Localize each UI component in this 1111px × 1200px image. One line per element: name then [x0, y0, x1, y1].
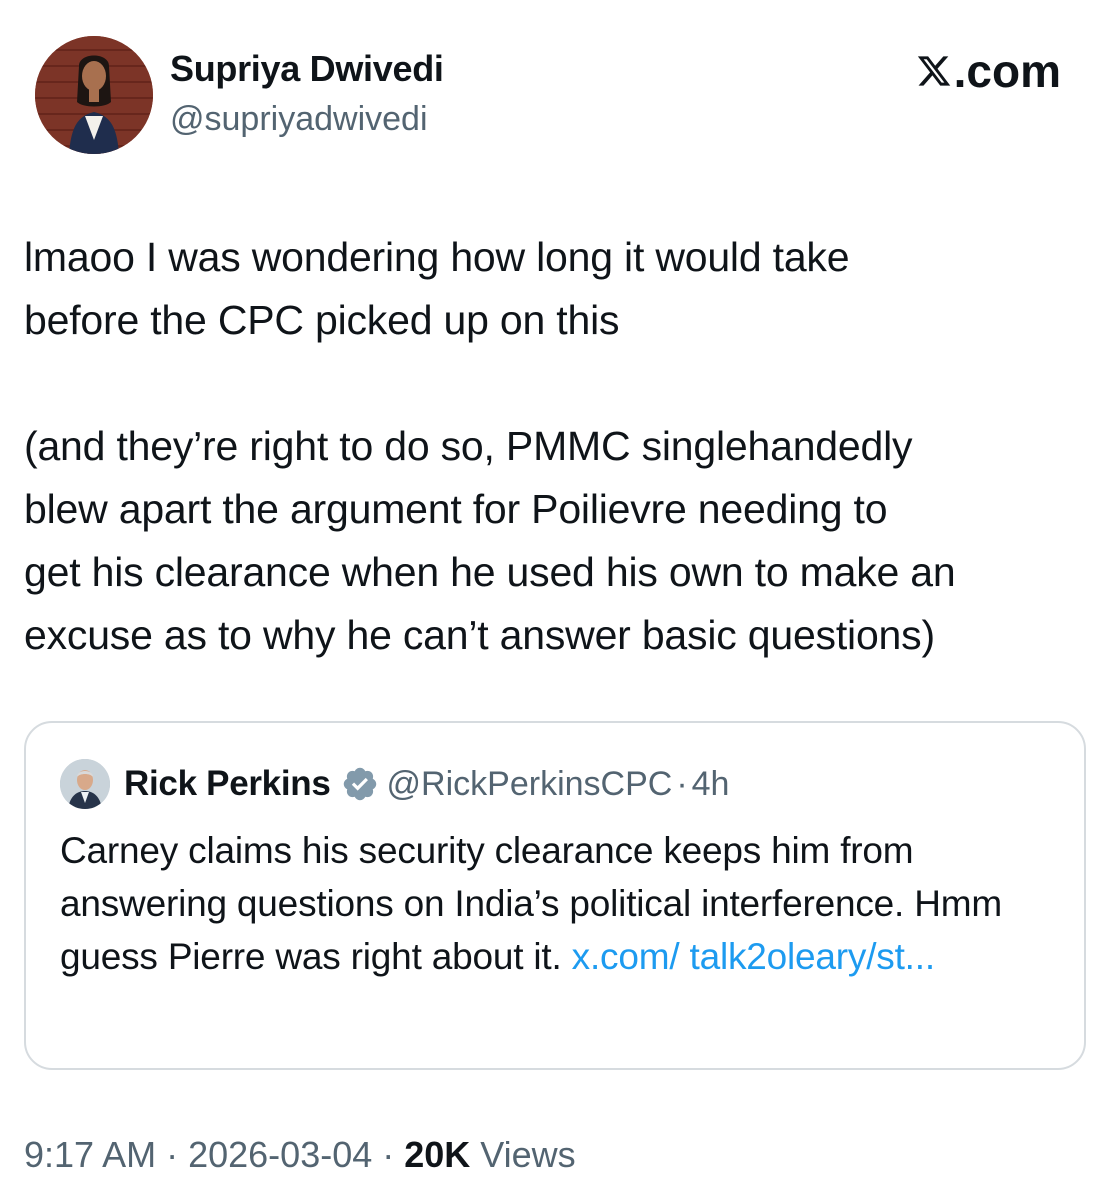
meta-separator: · — [156, 1134, 189, 1175]
quote-link[interactable]: x.com/ talk2oleary/st... — [572, 936, 935, 977]
quote-timestamp[interactable]: 4h — [692, 765, 730, 804]
views-count[interactable]: 20K — [404, 1134, 470, 1175]
quote-separator: · — [676, 764, 688, 803]
tweet-time[interactable]: 9:17 AM — [24, 1134, 156, 1175]
brand-label: .com — [953, 45, 1061, 97]
quoted-tweet[interactable]: Rick Perkins @RickPerkinsCPC · 4h Carney… — [24, 721, 1086, 1070]
tweet-card: Supriya Dwivedi @supriyadwivedi .com lma… — [0, 0, 1111, 1200]
author-handle[interactable]: @supriyadwivedi — [170, 100, 428, 139]
quote-author-name[interactable]: Rick Perkins — [124, 764, 331, 804]
tweet-text: lmaoo I was wondering how long it would … — [24, 234, 956, 658]
quote-author-avatar[interactable] — [60, 759, 110, 809]
author-name[interactable]: Supriya Dwivedi — [170, 48, 444, 90]
quote-text: Carney claims his security clearance kee… — [60, 824, 1060, 983]
quote-header: Rick Perkins @RickPerkinsCPC · 4h — [124, 761, 729, 807]
brand-logo[interactable]: .com — [916, 44, 1061, 98]
x-logo-icon — [917, 56, 950, 86]
author-avatar[interactable] — [35, 36, 153, 154]
quote-author-handle[interactable]: @RickPerkinsCPC — [387, 765, 673, 804]
views-label: Views — [470, 1134, 576, 1175]
meta-separator: · — [372, 1134, 405, 1175]
tweet-date[interactable]: 2026-03-04 — [188, 1134, 372, 1175]
verified-badge-icon — [343, 767, 376, 801]
tweet-meta: 9:17 AM · 2026-03-04 · 20K Views — [24, 1134, 576, 1176]
